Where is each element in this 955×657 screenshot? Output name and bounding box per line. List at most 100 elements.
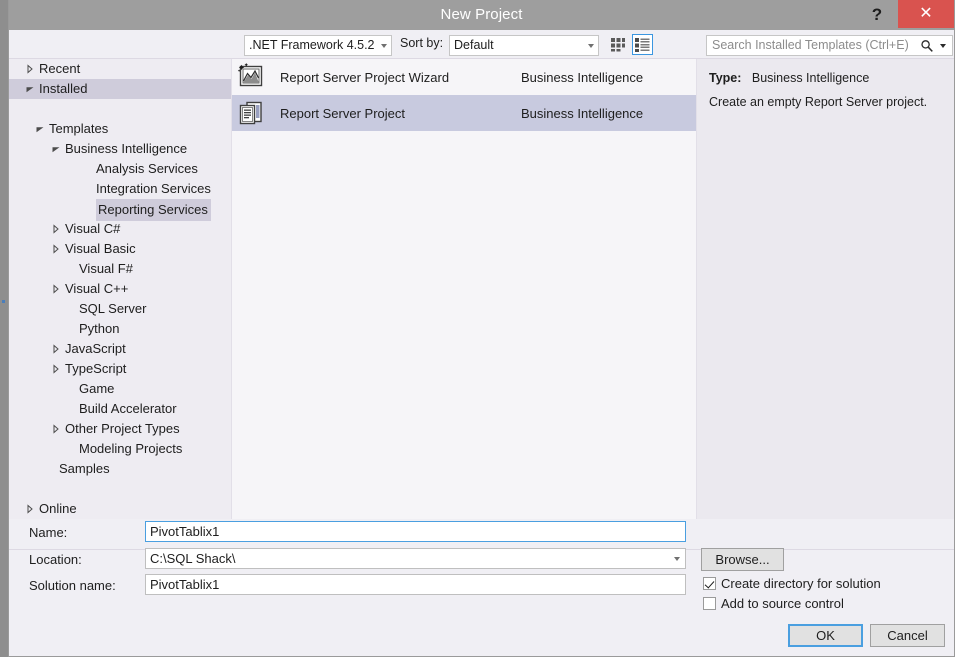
chevron-down-icon bbox=[940, 44, 946, 48]
sidebar-item-label: Visual C++ bbox=[65, 281, 129, 296]
sidebar-item-label: Visual Basic bbox=[65, 241, 136, 256]
sidebar-item-other-project-types[interactable]: Other Project Types bbox=[9, 419, 231, 439]
framework-version-dropdown[interactable]: .NET Framework 4.5.2 bbox=[244, 35, 392, 56]
sidebar-item-sql-server[interactable]: SQL Server bbox=[9, 299, 231, 319]
tiles-view-icon bbox=[611, 38, 625, 52]
sidebar-item-label: Recent bbox=[39, 61, 81, 76]
report-project-icon bbox=[239, 101, 262, 125]
list-view-icon bbox=[635, 38, 650, 52]
sort-by-label: Sort by: bbox=[400, 36, 444, 50]
template-description: Create an empty Report Server project. bbox=[709, 95, 928, 109]
sidebar-item-modeling-projects[interactable]: Modeling Projects bbox=[9, 439, 231, 459]
collapsed-twisty-icon[interactable] bbox=[51, 344, 61, 354]
sidebar-item-label: Visual C# bbox=[65, 221, 121, 236]
sidebar-item-label: Online bbox=[39, 501, 77, 516]
project-name-field[interactable]: PivotTablix1 bbox=[145, 521, 686, 542]
sidebar-item-python[interactable]: Python bbox=[9, 319, 231, 339]
browse-button[interactable]: Browse... bbox=[701, 548, 784, 571]
add-source-control-checkbox-row[interactable]: Add to source control bbox=[703, 596, 844, 611]
template-name: Report Server Project bbox=[280, 105, 405, 121]
template-type-label: Type: bbox=[709, 71, 742, 85]
create-directory-checkbox-row[interactable]: Create directory for solution bbox=[703, 576, 881, 591]
sidebar-item-label: Installed bbox=[39, 81, 88, 96]
sidebar-item-label: Samples bbox=[59, 461, 110, 476]
collapsed-twisty-icon[interactable] bbox=[51, 224, 61, 234]
expanded-twisty-icon[interactable] bbox=[35, 124, 45, 134]
backdrop-marker bbox=[2, 300, 5, 303]
search-icon bbox=[921, 40, 933, 52]
sidebar-item-analysis-services[interactable]: Analysis Services bbox=[9, 159, 231, 179]
solution-name-value: PivotTablix1 bbox=[150, 577, 220, 592]
create-directory-label: Create directory for solution bbox=[721, 576, 881, 591]
sidebar-item-label: Visual F# bbox=[79, 261, 133, 276]
collapsed-twisty-icon[interactable] bbox=[25, 64, 35, 74]
sidebar-item-label: JavaScript bbox=[65, 341, 126, 356]
sidebar-item-visual-c[interactable]: Visual C++ bbox=[9, 279, 231, 299]
dialog-title: New Project bbox=[440, 6, 523, 23]
sidebar-item-templates[interactable]: Templates bbox=[9, 119, 231, 139]
help-button[interactable]: ? bbox=[862, 0, 892, 30]
collapsed-twisty-icon[interactable] bbox=[51, 244, 61, 254]
sidebar-item-integration-services[interactable]: Integration Services bbox=[9, 179, 231, 199]
ok-button[interactable]: OK bbox=[788, 624, 863, 647]
sidebar-item-label: Business Intelligence bbox=[65, 141, 188, 156]
chevron-down-icon bbox=[381, 44, 387, 48]
sidebar-item-visual-basic[interactable]: Visual Basic bbox=[9, 239, 231, 259]
sidebar-item-samples[interactable]: Samples bbox=[9, 459, 231, 479]
list-view-button[interactable] bbox=[632, 34, 653, 55]
collapsed-twisty-icon[interactable] bbox=[51, 364, 61, 374]
cancel-button[interactable]: Cancel bbox=[870, 624, 945, 647]
add-source-control-label: Add to source control bbox=[721, 596, 844, 611]
sidebar-item-visual-c[interactable]: Visual C# bbox=[9, 219, 231, 239]
project-location-value: C:\SQL Shack\ bbox=[150, 551, 236, 566]
sidebar-item-installed[interactable]: Installed bbox=[9, 79, 231, 99]
solution-name-field[interactable]: PivotTablix1 bbox=[145, 574, 686, 595]
sort-by-dropdown[interactable]: Default bbox=[449, 35, 599, 56]
sidebar-item-online[interactable]: Online bbox=[9, 499, 231, 519]
new-project-dialog: New Project ? ✕ .NET Framework 4.5.2 Sor… bbox=[8, 0, 955, 657]
sidebar-item-build-accelerator[interactable]: Build Accelerator bbox=[9, 399, 231, 419]
solution-name-label: Solution name: bbox=[29, 578, 116, 593]
sidebar-item-label: Modeling Projects bbox=[79, 441, 183, 456]
template-type-row: Type: Business Intelligence bbox=[709, 71, 944, 85]
add-source-control-checkbox[interactable] bbox=[703, 597, 716, 610]
template-type-value: Business Intelligence bbox=[751, 71, 870, 85]
sidebar-item-business-intelligence[interactable]: Business Intelligence bbox=[9, 139, 231, 159]
search-input[interactable]: Search Installed Templates (Ctrl+E) bbox=[706, 35, 953, 56]
sidebar-item-game[interactable]: Game bbox=[9, 379, 231, 399]
sidebar-item-visual-f[interactable]: Visual F# bbox=[9, 259, 231, 279]
sidebar-item-recent[interactable]: Recent bbox=[9, 59, 231, 79]
template-list-item[interactable]: Report Server Project Business Intelligen… bbox=[232, 95, 696, 131]
location-label: Location: bbox=[29, 552, 82, 567]
collapsed-twisty-icon[interactable] bbox=[51, 424, 61, 434]
sidebar-item-label: Integration Services bbox=[96, 181, 211, 196]
name-label: Name: bbox=[29, 525, 68, 540]
project-location-field[interactable]: C:\SQL Shack\ bbox=[145, 548, 686, 569]
expanded-twisty-icon[interactable] bbox=[25, 84, 35, 94]
sidebar-item-label: Analysis Services bbox=[96, 161, 198, 176]
template-list[interactable]: Report Server Project Wizard Business Int… bbox=[231, 59, 697, 519]
chevron-down-icon[interactable] bbox=[674, 557, 680, 561]
template-list-item[interactable]: Report Server Project Wizard Business Int… bbox=[232, 59, 696, 95]
sidebar-item-typescript[interactable]: TypeScript bbox=[9, 359, 231, 379]
create-directory-checkbox[interactable] bbox=[703, 577, 716, 590]
template-category: Business Intelligence bbox=[521, 105, 644, 121]
tiles-view-button[interactable] bbox=[608, 34, 629, 55]
sidebar-item-javascript[interactable]: JavaScript bbox=[9, 339, 231, 359]
sidebar-item-label: Other Project Types bbox=[65, 421, 180, 436]
report-wizard-icon bbox=[237, 63, 263, 87]
category-tree[interactable]: Recent Installed Templates Business Intelli… bbox=[9, 59, 231, 519]
sidebar-item-reporting-services[interactable]: Reporting Services bbox=[9, 199, 231, 221]
expanded-twisty-icon[interactable] bbox=[51, 144, 61, 154]
close-button[interactable]: ✕ bbox=[898, 0, 954, 28]
collapsed-twisty-icon[interactable] bbox=[25, 504, 35, 514]
sidebar-item-label: SQL Server bbox=[79, 301, 147, 316]
collapsed-twisty-icon[interactable] bbox=[51, 284, 61, 294]
sidebar-item-label: Build Accelerator bbox=[79, 401, 177, 416]
project-name-value: PivotTablix1 bbox=[150, 524, 220, 539]
report-wizard-icon bbox=[236, 62, 266, 92]
framework-version-value: .NET Framework 4.5.2 bbox=[249, 38, 375, 52]
template-category: Business Intelligence bbox=[521, 69, 644, 85]
